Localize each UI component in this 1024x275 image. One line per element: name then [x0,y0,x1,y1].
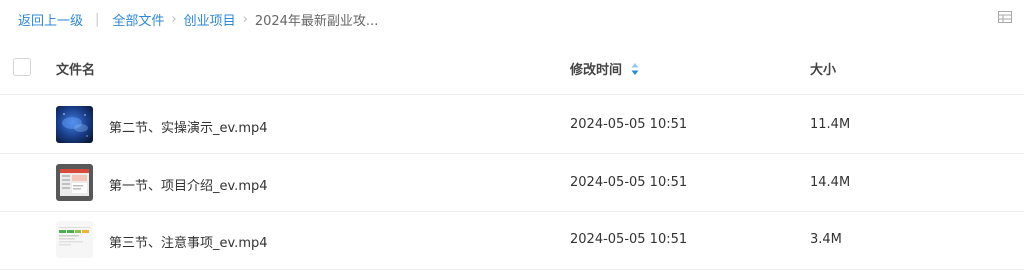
chevron-right-icon: › [171,11,177,27]
select-all-checkbox[interactable] [13,58,31,76]
file-name[interactable]: 第二节、实操演示_ev.mp4 [109,117,268,136]
column-header-name[interactable]: 文件名 [56,59,95,78]
back-link[interactable]: 返回上一级 [18,10,83,29]
breadcrumb-item-all-files[interactable]: 全部文件 [112,10,164,29]
grid-view-icon[interactable] [998,11,1012,23]
column-header-size[interactable]: 大小 [810,59,836,78]
video-thumbnail [56,164,93,201]
table-row[interactable]: 第三节、注意事项_ev.mp4 2024-05-05 10:51 3.4M [0,212,1024,270]
file-name[interactable]: 第三节、注意事项_ev.mp4 [109,232,268,251]
table-row[interactable]: 第一节、项目介绍_ev.mp4 2024-05-05 10:51 14.4M [0,154,1024,212]
sort-icon[interactable] [631,62,639,76]
column-header-time-label: 修改时间 [570,63,623,78]
breadcrumb-current: 2024年最新副业攻... [254,13,379,29]
file-modified-time: 2024-05-05 10:51 [570,117,688,132]
chevron-right-icon: › [242,11,248,27]
breadcrumb-divider: | [95,11,100,27]
video-thumbnail [56,106,93,143]
table-header: 文件名 修改时间 大小 [0,40,1024,95]
file-size: 3.4M [810,232,842,247]
file-modified-time: 2024-05-05 10:51 [570,175,688,190]
breadcrumb: 返回上一级 | 全部文件 › 创业项目 › 2024年最新副业攻... [18,9,378,29]
video-thumbnail [56,221,93,258]
file-modified-time: 2024-05-05 10:51 [570,232,688,247]
column-header-time[interactable]: 修改时间 [570,59,639,78]
table-row[interactable]: 第二节、实操演示_ev.mp4 2024-05-05 10:51 11.4M [0,96,1024,154]
file-name[interactable]: 第一节、项目介绍_ev.mp4 [109,175,268,194]
breadcrumb-item-startup-projects[interactable]: 创业项目 [184,10,236,29]
file-size: 14.4M [810,175,851,190]
file-size: 11.4M [810,117,851,132]
